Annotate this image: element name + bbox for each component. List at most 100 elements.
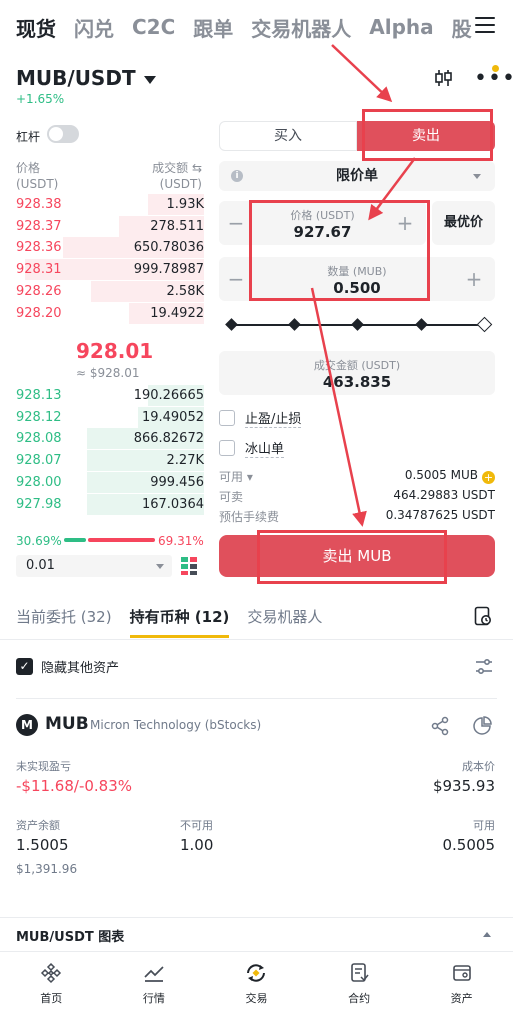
bid-row[interactable]: 928.12 19.49052 <box>16 406 204 428</box>
quantity-input-label: 数量 (MUB) <box>327 265 387 278</box>
row-price: 928.38 <box>16 197 62 212</box>
pair-symbol: MUB/USDT <box>16 66 136 90</box>
row-price: 928.20 <box>16 305 62 321</box>
ask-row[interactable]: 928.31 999.78987 <box>16 259 204 281</box>
quantity-input-value[interactable]: 0.500 <box>219 279 495 297</box>
bid-row[interactable]: 928.08 866.82672 <box>16 428 204 450</box>
bid-row[interactable]: 928.13 190.26665 <box>16 385 204 406</box>
available-value: 0.5005 MUB + <box>404 468 495 484</box>
iceberg-option[interactable]: 冰山单 <box>219 438 285 458</box>
row-amount: 999.78987 <box>133 262 204 278</box>
cost-label: 成本价 <box>462 760 495 773</box>
row-price: 928.07 <box>16 453 62 469</box>
mid-price[interactable]: 928.01 <box>76 339 153 363</box>
tab-open-orders[interactable]: 当前委托 (32) <box>16 606 112 627</box>
pair-selector[interactable]: MUB/USDT <box>16 66 156 90</box>
tab-holdings[interactable]: 持有币种 (12) <box>129 606 229 638</box>
ask-row[interactable]: 928.20 19.4922 <box>16 302 204 324</box>
asset-logo: M <box>16 714 38 736</box>
price-change: +1.65% <box>16 92 65 106</box>
tab-trading-bots[interactable]: 交易机器人 <box>251 13 351 42</box>
asset-available-label: 可用 <box>473 819 495 832</box>
tab-bots[interactable]: 交易机器人 <box>247 606 322 627</box>
bid-row[interactable]: 927.98 167.0364 <box>16 493 204 515</box>
total-input-value[interactable]: 463.835 <box>219 373 495 391</box>
tab-convert[interactable]: 闪兑 <box>74 13 114 42</box>
row-amount: 2.27K <box>166 453 204 469</box>
ask-row[interactable]: 928.37 278.511 <box>16 215 204 237</box>
price-input[interactable]: − 价格 (USDT) 927.67 + <box>219 201 426 245</box>
available-label[interactable]: 可用 ▾ <box>219 468 253 485</box>
unavailable-value: 1.00 <box>180 836 214 854</box>
ask-row[interactable]: 928.38 1.93K <box>16 194 204 215</box>
order-history-icon[interactable] <box>474 606 492 626</box>
filter-settings-icon[interactable] <box>474 658 494 676</box>
chevron-up-icon <box>483 932 491 937</box>
row-amount: 650.78036 <box>133 240 204 256</box>
hide-other-assets[interactable]: ✓ 隐藏其他资产 <box>16 657 119 676</box>
slider-stop-0[interactable] <box>225 318 238 331</box>
chart-toggle-label: MUB/USDT 图表 <box>16 930 125 945</box>
best-price-button[interactable]: 最优价 <box>432 201 495 245</box>
more-icon[interactable]: ••• <box>474 68 513 90</box>
quantity-increase-button[interactable]: + <box>459 257 489 301</box>
row-amount: 999.456 <box>150 474 204 490</box>
mid-price-usd: ≈ $928.01 <box>76 366 140 380</box>
tab-spot[interactable]: 现货 <box>16 13 56 42</box>
tp-sl-checkbox[interactable] <box>219 410 235 426</box>
pie-chart-icon[interactable] <box>472 716 492 736</box>
orderbook-amount-header[interactable]: 成交额 ⇆ (USDT) <box>152 160 202 192</box>
add-funds-icon[interactable]: + <box>482 471 495 484</box>
tp-sl-option[interactable]: 止盈/止损 <box>219 408 302 428</box>
chart-toggle-bar[interactable]: MUB/USDT 图表 <box>0 917 513 951</box>
total-input[interactable]: 成交金额 (USDT) 463.835 <box>219 351 495 395</box>
nav-markets[interactable]: 行情 <box>103 952 206 1026</box>
order-type-select[interactable]: i 限价单 <box>219 161 495 191</box>
slider-stop-75[interactable] <box>415 318 428 331</box>
bid-row[interactable]: 928.07 2.27K <box>16 450 204 472</box>
quantity-input[interactable]: − 数量 (MUB) 0.500 + <box>219 257 495 301</box>
orderbook-layout-icon[interactable] <box>180 556 198 576</box>
sell-ratio-bar <box>88 538 155 542</box>
row-price: 928.12 <box>16 409 62 425</box>
sell-submit-button[interactable]: 卖出 MUB <box>219 535 495 577</box>
precision-select[interactable]: 0.01 <box>16 555 172 577</box>
balance-label: 资产余额 <box>16 819 60 832</box>
slider-stop-100[interactable] <box>476 316 493 333</box>
menu-icon[interactable] <box>475 17 495 33</box>
balance-usd: $1,391.96 <box>16 862 78 876</box>
tab-alpha[interactable]: Alpha <box>369 15 433 39</box>
balance-value: 1.5005 <box>16 836 69 854</box>
row-amount: 19.4922 <box>150 305 204 321</box>
leverage-toggle[interactable] <box>47 125 79 143</box>
top-tabs: 现货 闪兑 C2C 跟单 交易机器人 Alpha 股 <box>16 10 496 44</box>
leverage-label: 杠杆 <box>16 130 41 144</box>
slider-stop-25[interactable] <box>288 318 301 331</box>
iceberg-checkbox[interactable] <box>219 440 235 456</box>
nav-home[interactable]: 首页 <box>0 952 103 1026</box>
ask-row[interactable]: 928.36 650.78036 <box>16 237 204 259</box>
caret-down-icon <box>143 75 156 84</box>
sellable-row: 可卖 464.29883 USDT <box>219 488 495 504</box>
ask-row[interactable]: 928.26 2.58K <box>16 280 204 302</box>
checkbox-checked-icon[interactable]: ✓ <box>16 658 33 675</box>
bid-row[interactable]: 928.00 999.456 <box>16 471 204 493</box>
chevron-down-icon <box>473 174 481 179</box>
sell-tab[interactable]: 卖出 <box>357 121 495 151</box>
nav-assets[interactable]: 资产 <box>410 952 513 1026</box>
price-increase-button[interactable]: + <box>390 201 420 245</box>
buy-tab[interactable]: 买入 <box>219 121 357 151</box>
nav-futures[interactable]: 合约 <box>308 952 411 1026</box>
info-icon[interactable]: i <box>231 170 243 182</box>
tab-c2c[interactable]: C2C <box>132 15 175 39</box>
slider-stop-50[interactable] <box>351 318 364 331</box>
asset-symbol[interactable]: MUB <box>45 714 89 734</box>
row-price: 928.00 <box>16 474 62 490</box>
tab-copy-trading[interactable]: 跟单 <box>193 13 233 42</box>
candlestick-chart-icon[interactable] <box>434 68 454 88</box>
total-input-label: 成交金额 (USDT) <box>313 359 401 372</box>
nav-trade[interactable]: 交易 <box>205 952 308 1026</box>
sell-ratio: 69.31% <box>158 534 204 548</box>
tab-stocks[interactable]: 股 <box>452 13 472 42</box>
share-icon[interactable] <box>430 716 450 736</box>
